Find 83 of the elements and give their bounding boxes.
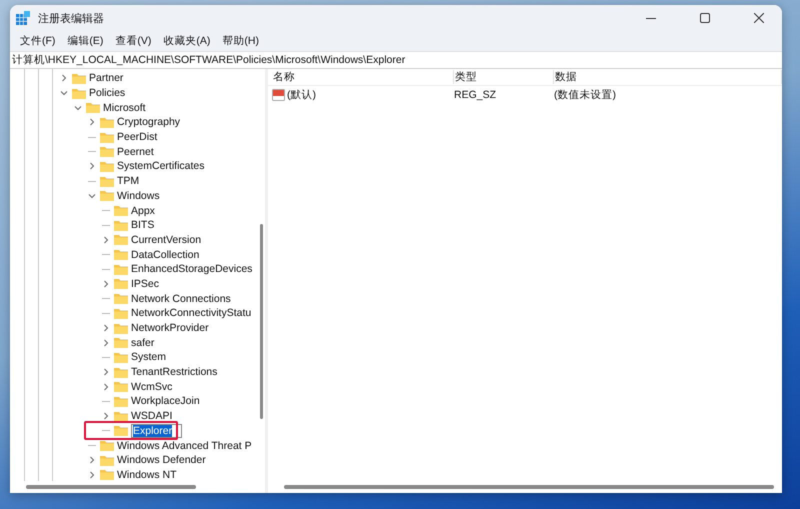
tree-item[interactable]: Windows: [117, 190, 160, 202]
folder-icon: [114, 249, 128, 260]
app-icon: [16, 11, 30, 25]
tree-item[interactable]: Microsoft: [103, 102, 146, 114]
folder-icon: [114, 234, 128, 246]
folder-icon: [114, 425, 128, 436]
folder-icon: [72, 72, 86, 84]
tree-item[interactable]: Policies: [89, 87, 126, 100]
string-value-icon: [272, 89, 285, 101]
folder-icon: [114, 205, 128, 216]
folder-icon: [114, 278, 128, 290]
tree-item[interactable]: Peernet: [117, 146, 154, 158]
tree-item[interactable]: BITS: [131, 219, 154, 232]
value-name[interactable]: (默认): [287, 88, 316, 102]
folder-icon: [114, 381, 128, 392]
folder-icon: [114, 293, 128, 304]
folder-icon: [114, 366, 128, 378]
tree-item[interactable]: IPSec: [131, 278, 160, 290]
folder-icon: [100, 116, 114, 128]
tree-item[interactable]: System: [131, 351, 166, 364]
tree-item[interactable]: TPM: [117, 175, 140, 188]
chevron-right-icon[interactable]: [102, 280, 110, 288]
chevron-down-icon[interactable]: [88, 192, 96, 200]
tree-item[interactable]: Windows Advanced Threat P: [117, 440, 252, 452]
scrollbar-thumb[interactable]: [284, 485, 774, 489]
folder-icon: [114, 396, 128, 407]
tree-item[interactable]: safer: [131, 336, 154, 349]
column-header[interactable]: 数据: [554, 70, 782, 84]
column-header[interactable]: 名称: [272, 70, 454, 84]
chevron-right-icon[interactable]: [102, 236, 110, 244]
close-icon: [754, 13, 764, 23]
menu-item[interactable]: 收藏夹(A): [157, 34, 216, 48]
tree-item[interactable]: Partner: [89, 72, 124, 84]
folder-icon: [100, 440, 114, 452]
tree-item[interactable]: DataCollection: [131, 248, 200, 261]
folder-icon: [100, 132, 114, 143]
chevron-right-icon[interactable]: [102, 412, 110, 420]
tree-item[interactable]: NetworkConnectivityStatu: [131, 307, 252, 320]
folder-icon: [100, 469, 114, 480]
tree-item[interactable]: TenantRestrictions: [131, 366, 218, 378]
tree-item[interactable]: CurrentVersion: [131, 234, 202, 246]
tree-item[interactable]: PeerDist: [117, 131, 158, 144]
tree-item[interactable]: WcmSvc: [131, 380, 172, 393]
menu-item[interactable]: 编辑(E): [61, 34, 110, 48]
folder-icon: [114, 410, 128, 422]
folder-icon: [100, 176, 114, 187]
tree-item[interactable]: Network Connections: [131, 292, 231, 305]
folder-icon: [114, 308, 128, 319]
folder-icon: [100, 454, 114, 466]
chevron-right-icon[interactable]: [88, 118, 96, 126]
folder-icon: [100, 146, 114, 158]
menu-item[interactable]: 查看(V): [109, 34, 158, 48]
folder-icon: [114, 220, 128, 231]
table-cell-text: REG_SZ: [454, 89, 498, 101]
window-title: 注册表编辑器: [38, 12, 105, 26]
tree-item[interactable]: WorkplaceJoin: [131, 395, 200, 408]
folder-icon: [114, 337, 128, 348]
maximize-icon: [700, 13, 710, 23]
column-header[interactable]: 类型: [454, 70, 554, 84]
tree-item[interactable]: Windows Defender: [117, 454, 206, 466]
menu-item[interactable]: 文件(F): [14, 34, 62, 48]
folder-icon: [100, 190, 114, 202]
folder-icon: [114, 264, 128, 275]
table-cell-text: (数值未设置): [554, 88, 617, 102]
rename-field[interactable]: Explorer: [131, 424, 182, 438]
tree-item[interactable]: Appx: [131, 204, 155, 217]
scrollbar-thumb[interactable]: [26, 485, 196, 489]
folder-icon: [72, 88, 86, 99]
menu-item[interactable]: 帮助(H): [216, 34, 265, 48]
folder-icon: [86, 102, 100, 114]
tree-item[interactable]: EnhancedStorageDevices: [131, 263, 252, 276]
scrollbar-thumb[interactable]: [260, 224, 263, 419]
tree-item[interactable]: SystemCertificates: [117, 160, 205, 172]
tree-item[interactable]: NetworkProvider: [131, 322, 209, 334]
tree-item[interactable]: Cryptography: [117, 116, 180, 128]
folder-icon: [100, 160, 114, 172]
address-bar[interactable]: 计算机\HKEY_LOCAL_MACHINE\SOFTWARE\Policies\Microsoft\Windows\Explorer: [10, 51, 782, 69]
tree-item[interactable]: Windows NT: [117, 468, 177, 481]
chevron-right-icon[interactable]: [88, 162, 96, 170]
chevron-right-icon[interactable]: [60, 74, 68, 82]
folder-icon: [114, 352, 128, 363]
tree-item[interactable]: WSDAPI: [131, 410, 172, 422]
folder-icon: [114, 322, 128, 334]
